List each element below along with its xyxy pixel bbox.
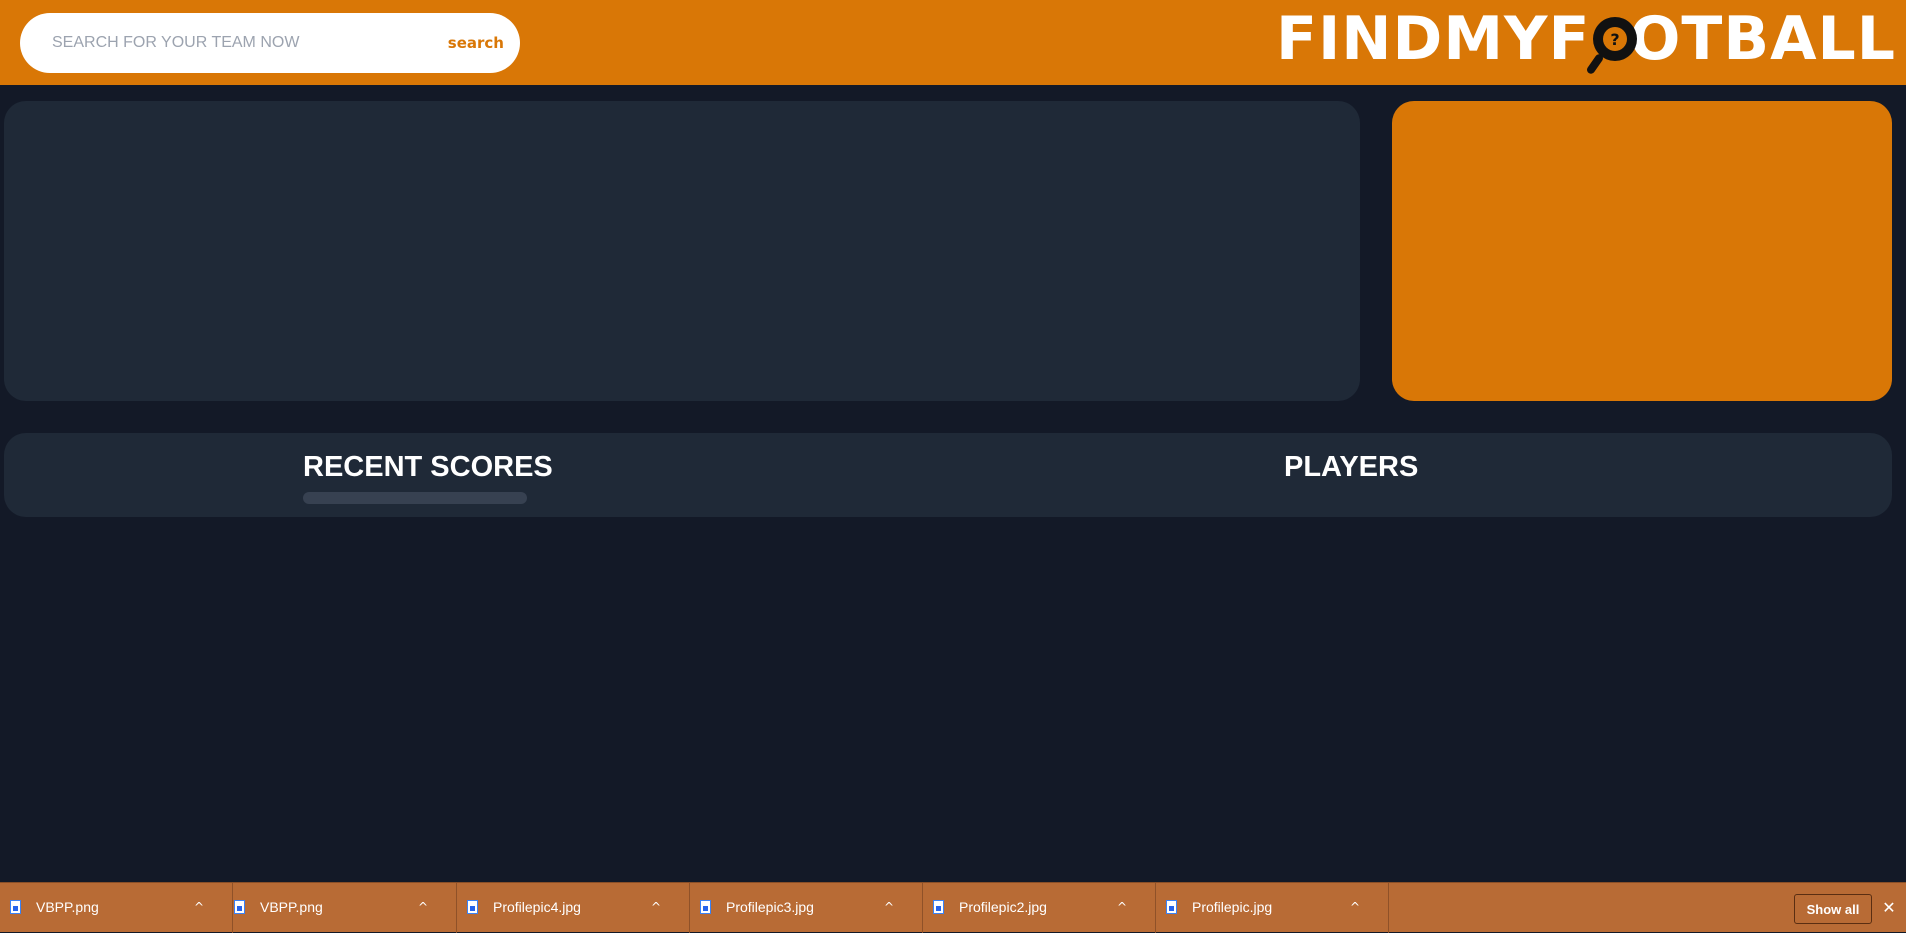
tab-label: PLAYERS [1284, 451, 1419, 483]
download-filename: Profilepic4.jpg [493, 899, 581, 915]
search-button[interactable]: search [448, 31, 504, 55]
file-icon [700, 900, 711, 914]
chevron-up-icon[interactable]: ^ [192, 897, 206, 917]
file-icon [1166, 900, 1177, 914]
download-filename: Profilepic.jpg [1192, 899, 1273, 915]
show-all-button[interactable]: Show all [1794, 894, 1872, 924]
download-item[interactable]: Profilepic4.jpg ^ [457, 883, 690, 933]
download-item[interactable]: Profilepic3.jpg ^ [690, 883, 923, 933]
chevron-up-icon[interactable]: ^ [882, 897, 896, 917]
file-icon [933, 900, 944, 914]
chevron-up-icon[interactable]: ^ [1115, 897, 1129, 917]
file-icon [467, 900, 478, 914]
logo-text-right: OTBALL [1629, 4, 1896, 74]
download-item[interactable]: VBPP.png ^ [224, 883, 457, 933]
search-input[interactable] [52, 31, 432, 55]
download-item[interactable]: Profilepic.jpg ^ [1156, 883, 1389, 933]
logo-text-left: FINDMYF [1276, 4, 1591, 74]
search-bar: search [20, 13, 520, 73]
chevron-up-icon[interactable]: ^ [649, 897, 663, 917]
magnifier-football-icon: ? [1585, 9, 1638, 76]
download-filename: Profilepic2.jpg [959, 899, 1047, 915]
download-filename: VBPP.png [36, 899, 99, 915]
top-header: search FINDMYF ? OTBALL [0, 0, 1906, 85]
download-item[interactable]: Profilepic2.jpg ^ [923, 883, 1156, 933]
tab-label: RECENT SCORES [303, 451, 553, 483]
tab-players[interactable]: PLAYERS [1284, 451, 1418, 501]
close-icon[interactable]: ✕ [1879, 896, 1899, 920]
download-item[interactable]: VBPP.png ^ [0, 883, 233, 933]
tab-bar: RECENT SCORES PLAYERS [4, 433, 1892, 517]
logo[interactable]: FINDMYF ? OTBALL [1276, 4, 1896, 76]
tab-recent-scores[interactable]: RECENT SCORES [303, 451, 553, 504]
download-filename: VBPP.png [260, 899, 323, 915]
chevron-up-icon[interactable]: ^ [1348, 897, 1362, 917]
chevron-up-icon[interactable]: ^ [416, 897, 430, 917]
file-icon [234, 900, 245, 914]
highlight-panel [1392, 101, 1892, 401]
main-feature-panel [4, 101, 1360, 401]
active-tab-indicator [303, 492, 527, 504]
downloads-bar: VBPP.png ^ VBPP.png ^ Profilepic4.jpg ^ … [0, 882, 1906, 933]
download-filename: Profilepic3.jpg [726, 899, 814, 915]
file-icon [10, 900, 21, 914]
